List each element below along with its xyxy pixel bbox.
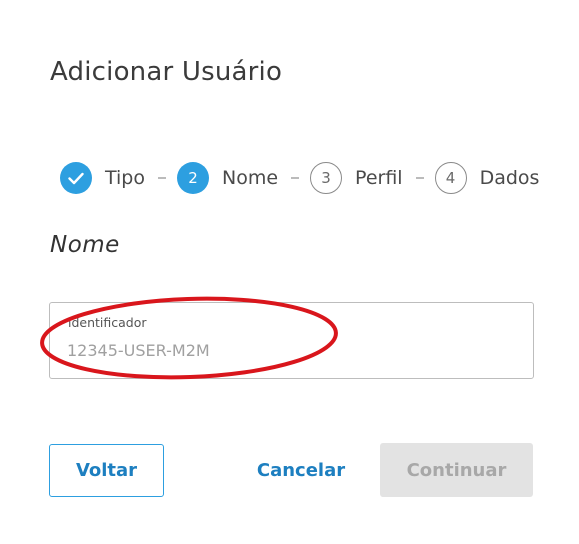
step-separator bbox=[415, 177, 424, 179]
cancel-button[interactable]: Cancelar bbox=[247, 444, 355, 496]
step-nome[interactable]: 2 Nome bbox=[177, 162, 278, 194]
step-perfil[interactable]: 3 Perfil bbox=[310, 162, 403, 194]
continue-button[interactable]: Continuar bbox=[380, 443, 533, 497]
step-separator bbox=[291, 177, 300, 179]
section-title: Nome bbox=[50, 232, 120, 258]
step-number-nome: 2 bbox=[177, 162, 209, 194]
step-tipo[interactable]: Tipo bbox=[60, 162, 145, 194]
step-label-nome: Nome bbox=[222, 167, 279, 189]
dialog-title: Adicionar Usuário bbox=[50, 57, 283, 87]
step-dados[interactable]: 4 Dados bbox=[434, 162, 540, 194]
step-number-perfil: 3 bbox=[310, 162, 343, 194]
back-button[interactable]: Voltar bbox=[49, 444, 164, 497]
stepper: Tipo 2 Nome 3 Perfil 4 Dados bbox=[60, 161, 539, 195]
step-separator bbox=[158, 177, 166, 179]
check-icon bbox=[60, 162, 92, 194]
step-number-dados: 4 bbox=[434, 162, 467, 194]
step-label-tipo: Tipo bbox=[105, 167, 145, 189]
identifier-field[interactable]: identificador bbox=[49, 302, 534, 379]
identifier-field-label: identificador bbox=[68, 315, 147, 330]
step-label-perfil: Perfil bbox=[355, 167, 403, 189]
identifier-input[interactable] bbox=[67, 341, 507, 360]
step-label-dados: Dados bbox=[479, 167, 540, 189]
